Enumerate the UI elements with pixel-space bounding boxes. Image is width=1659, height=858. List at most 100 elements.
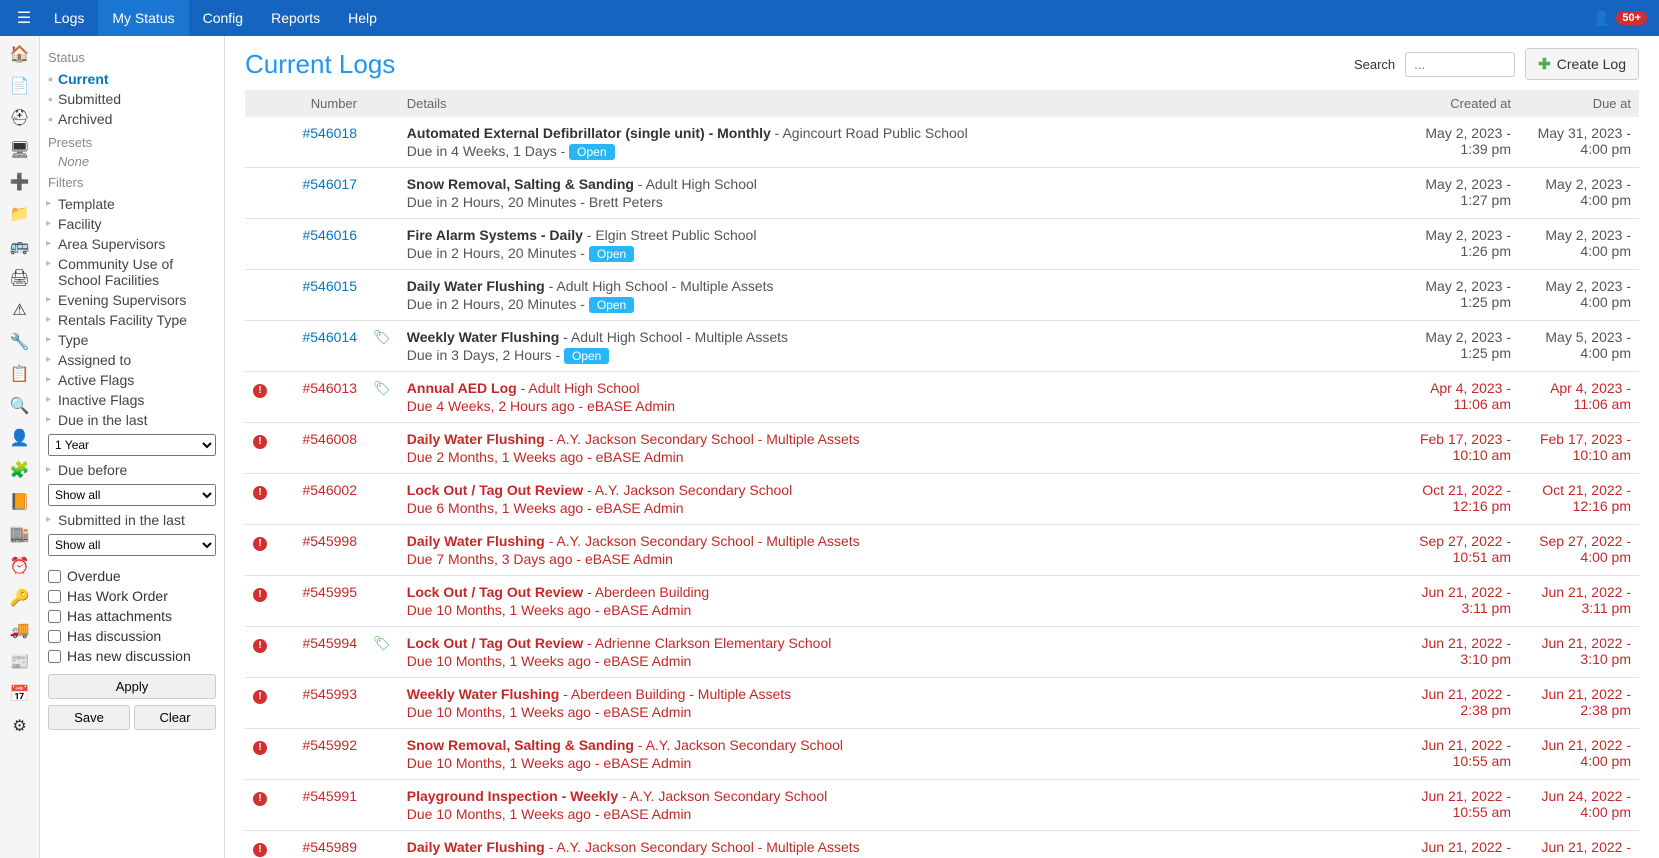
table-row[interactable]: !#546008Daily Water Flushing - A.Y. Jack… — [245, 423, 1639, 474]
filter-evening-supervisors[interactable]: Evening Supervisors — [48, 290, 216, 310]
filter-template[interactable]: Template — [48, 194, 216, 214]
log-location: - Adult High School - Multiple Assets — [559, 329, 788, 345]
rail-icon[interactable]: 🏠 — [10, 44, 30, 64]
rail-icon[interactable]: 📋 — [10, 364, 30, 384]
table-row[interactable]: #546015Daily Water Flushing - Adult High… — [245, 270, 1639, 321]
log-number-link[interactable]: #546014 — [302, 329, 357, 345]
filter-community-use-of-school-facilities[interactable]: Community Use of School Facilities — [48, 254, 216, 290]
menu-toggle-icon[interactable]: ☰ — [8, 8, 40, 28]
filter-rentals-facility-type[interactable]: Rentals Facility Type — [48, 310, 216, 330]
table-row[interactable]: #546016Fire Alarm Systems - Daily - Elgi… — [245, 219, 1639, 270]
filter-due-in-the-last[interactable]: Due in the last — [48, 410, 216, 430]
table-row[interactable]: #546014🏷Weekly Water Flushing - Adult Hi… — [245, 321, 1639, 372]
submitted-select[interactable]: Show all — [48, 534, 216, 556]
rail-icon[interactable]: 🏬 — [10, 524, 30, 544]
apply-button[interactable]: Apply — [48, 674, 216, 699]
check-has-attachments[interactable]: Has attachments — [48, 606, 216, 626]
col-due[interactable]: Due at — [1519, 90, 1639, 117]
table-row[interactable]: #546017Snow Removal, Salting & Sanding -… — [245, 168, 1639, 219]
rail-icon[interactable]: ⚙ — [10, 716, 30, 736]
rail-icon[interactable]: 🚚 — [10, 620, 30, 640]
table-row[interactable]: !#545991Playground Inspection - Weekly -… — [245, 780, 1639, 831]
table-row[interactable]: !#545998Daily Water Flushing - A.Y. Jack… — [245, 525, 1639, 576]
check-has-work-order[interactable]: Has Work Order — [48, 586, 216, 606]
nav-my-status[interactable]: My Status — [98, 0, 188, 36]
filter-submitted-in-last[interactable]: Submitted in the last — [48, 510, 216, 530]
filter-due-before[interactable]: Due before — [48, 460, 216, 480]
filter-type[interactable]: Type — [48, 330, 216, 350]
due-in-last-select[interactable]: 1 Year — [48, 434, 216, 456]
rail-icon[interactable]: ➕ — [10, 172, 30, 192]
filter-facility[interactable]: Facility — [48, 214, 216, 234]
log-number-link[interactable]: #545993 — [302, 686, 357, 702]
log-number-link[interactable]: #545992 — [302, 737, 357, 753]
rail-icon[interactable]: 🚌 — [10, 236, 30, 256]
check-overdue[interactable]: Overdue — [48, 566, 216, 586]
log-number-link[interactable]: #546017 — [302, 176, 357, 192]
status-archived[interactable]: Archived — [48, 109, 216, 129]
create-log-button[interactable]: ✚ Create Log — [1525, 48, 1639, 80]
table-row[interactable]: !#545994🏷Lock Out / Tag Out Review - Adr… — [245, 627, 1639, 678]
log-number-link[interactable]: #545994 — [302, 635, 357, 651]
filter-assigned-to[interactable]: Assigned to — [48, 350, 216, 370]
rail-icon[interactable]: 👤 — [10, 428, 30, 448]
table-row[interactable]: !#545992Snow Removal, Salting & Sanding … — [245, 729, 1639, 780]
status-current[interactable]: Current — [48, 69, 216, 89]
log-number-link[interactable]: #546013 — [302, 380, 357, 396]
rail-icon[interactable]: 🖥 — [10, 140, 30, 160]
due-at: Sep 27, 2022 -4:00 pm — [1519, 525, 1639, 576]
col-created[interactable]: Created at — [1399, 90, 1519, 117]
search-input[interactable] — [1405, 52, 1515, 77]
nav-reports[interactable]: Reports — [257, 0, 334, 36]
log-number-link[interactable]: #545995 — [302, 584, 357, 600]
log-number-link[interactable]: #546018 — [302, 125, 357, 141]
log-number-link[interactable]: #546016 — [302, 227, 357, 243]
due-before-select[interactable]: Show all — [48, 484, 216, 506]
nav-help[interactable]: Help — [334, 0, 391, 36]
nav-config[interactable]: Config — [189, 0, 257, 36]
due-at: Jun 21, 2022 -4:00 pm — [1519, 729, 1639, 780]
log-title: Snow Removal, Salting & Sanding — [407, 176, 634, 192]
rail-icon[interactable]: ⚠ — [10, 300, 30, 320]
col-details[interactable]: Details — [399, 90, 1399, 117]
nav-logs[interactable]: Logs — [40, 0, 98, 36]
log-number-link[interactable]: #546002 — [302, 482, 357, 498]
filter-inactive-flags[interactable]: Inactive Flags — [48, 390, 216, 410]
filter-active-flags[interactable]: Active Flags — [48, 370, 216, 390]
log-number-link[interactable]: #545998 — [302, 533, 357, 549]
save-button[interactable]: Save — [48, 705, 130, 730]
table-row[interactable]: !#545995Lock Out / Tag Out Review - Aber… — [245, 576, 1639, 627]
rail-icon[interactable]: 🔑 — [10, 588, 30, 608]
due-at: Jun 21, 2022 -2:38 pm — [1519, 678, 1639, 729]
rail-icon[interactable]: ⛑ — [10, 108, 30, 128]
table-row[interactable]: !#545989Daily Water Flushing - A.Y. Jack… — [245, 831, 1639, 858]
notification-badge[interactable]: 50+ — [1616, 11, 1647, 25]
rail-icon[interactable]: 📁 — [10, 204, 30, 224]
table-row[interactable]: !#546013🏷Annual AED Log - Adult High Sch… — [245, 372, 1639, 423]
rail-icon[interactable]: ⏰ — [10, 556, 30, 576]
check-has-new-discussion[interactable]: Has new discussion — [48, 646, 216, 666]
status-submitted[interactable]: Submitted — [48, 89, 216, 109]
col-number[interactable]: Number — [275, 90, 365, 117]
user-icon[interactable]: 👤 — [1593, 10, 1610, 27]
rail-icon[interactable]: 📙 — [10, 492, 30, 512]
rail-icon[interactable]: 🖨 — [10, 268, 30, 288]
main-content: Current Logs Search ✚ Create Log Number … — [225, 36, 1659, 858]
clear-button[interactable]: Clear — [134, 705, 216, 730]
rail-icon[interactable]: 🔧 — [10, 332, 30, 352]
table-row[interactable]: #546018Automated External Defibrillator … — [245, 117, 1639, 168]
rail-icon[interactable]: 🧩 — [10, 460, 30, 480]
rail-icon[interactable]: 📄 — [10, 76, 30, 96]
rail-icon[interactable]: 📰 — [10, 652, 30, 672]
check-has-discussion[interactable]: Has discussion — [48, 626, 216, 646]
rail-icon[interactable]: 🔍 — [10, 396, 30, 416]
due-at: Feb 17, 2023 -10:10 am — [1519, 423, 1639, 474]
table-row[interactable]: !#546002Lock Out / Tag Out Review - A.Y.… — [245, 474, 1639, 525]
log-number-link[interactable]: #546015 — [302, 278, 357, 294]
log-number-link[interactable]: #545991 — [302, 788, 357, 804]
table-row[interactable]: !#545993Weekly Water Flushing - Aberdeen… — [245, 678, 1639, 729]
log-number-link[interactable]: #545989 — [302, 839, 357, 855]
filter-area-supervisors[interactable]: Area Supervisors — [48, 234, 216, 254]
log-number-link[interactable]: #546008 — [302, 431, 357, 447]
rail-icon[interactable]: 📅 — [10, 684, 30, 704]
